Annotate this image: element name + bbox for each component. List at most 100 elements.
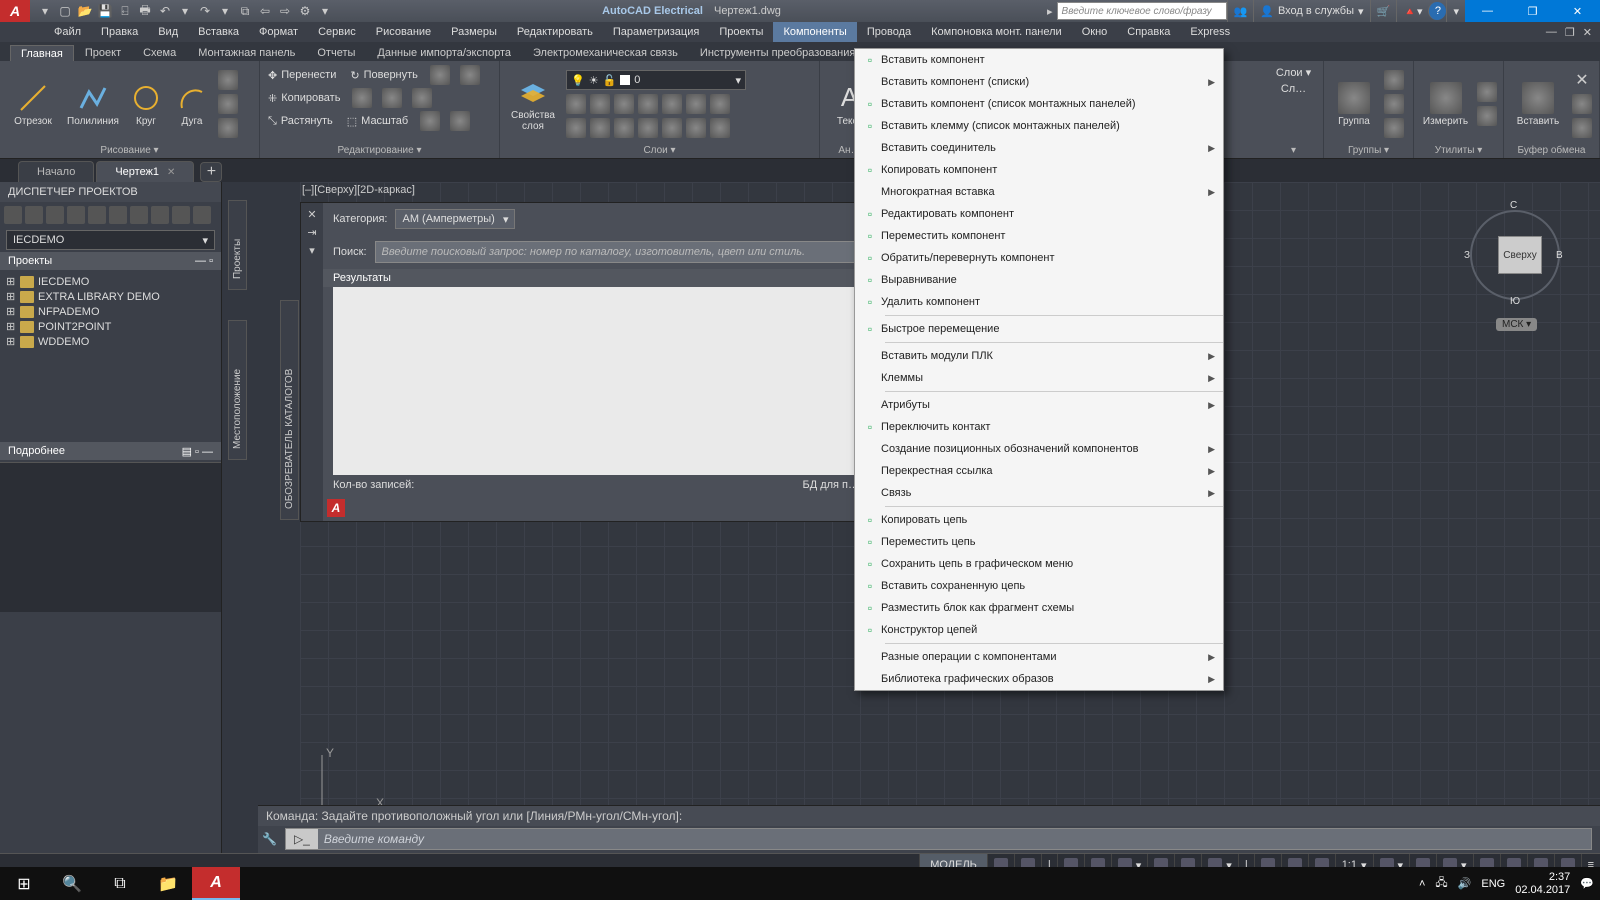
expand-icon[interactable]: ⊞ [6, 290, 16, 303]
catalog-search-input[interactable]: Введите поисковый запрос: номер по катал… [375, 241, 859, 263]
tree-node[interactable]: ⊞EXTRA LIBRARY DEMO [6, 289, 215, 304]
offset-icon[interactable] [450, 111, 470, 131]
dropdown-item[interactable]: ▫Вставить компонент [855, 49, 1223, 71]
command-input[interactable]: Введите команду [318, 832, 1591, 846]
dropdown-item[interactable]: ▫Конструктор цепей [855, 619, 1223, 641]
stretch-button[interactable]: ⤡ Растянуть [266, 111, 335, 131]
clip-icon-1[interactable] [1572, 94, 1592, 114]
dropdown-item[interactable]: Связь▶ [855, 482, 1223, 504]
dropdown-item[interactable]: Создание позиционных обозначений компоне… [855, 438, 1223, 460]
exchange-icon[interactable]: 🛒 [1370, 0, 1397, 22]
ribtab-project[interactable]: Проект [74, 44, 132, 61]
pm-tool-5[interactable] [88, 206, 106, 224]
move-button[interactable]: ✥ Перенести [266, 65, 338, 85]
pm-tool-8[interactable] [151, 206, 169, 224]
layer-icon-11[interactable] [638, 118, 658, 138]
app-logo[interactable]: A [0, 0, 30, 22]
layer-icon-12[interactable] [662, 118, 682, 138]
window-close-button[interactable]: ✕ [1555, 0, 1600, 22]
viewcube-face[interactable]: Сверху [1498, 236, 1542, 274]
ribtab-schematic[interactable]: Схема [132, 44, 187, 61]
pm-tool-6[interactable] [109, 206, 127, 224]
tray-volume-icon[interactable]: 🔊 [1458, 877, 1472, 890]
mirror-icon[interactable] [352, 88, 372, 108]
tray-notifications-icon[interactable]: 💬 [1580, 877, 1594, 890]
results-list[interactable] [333, 287, 859, 475]
dropdown-item[interactable]: ▫Переместить компонент [855, 225, 1223, 247]
pm-project-select[interactable]: IECDEMO▾ [6, 230, 215, 250]
menu-draw[interactable]: Рисование [366, 22, 441, 42]
dropdown-item[interactable]: ▫Копировать компонент [855, 159, 1223, 181]
clip-icon-2[interactable] [1572, 118, 1592, 138]
search-button[interactable]: 🔍 [48, 867, 96, 900]
dropdown-item[interactable]: ▫Сохранить цепь в графическом меню [855, 553, 1223, 575]
tray-lang[interactable]: ENG [1481, 878, 1505, 890]
palette-menu-icon[interactable]: ▾ [305, 243, 319, 257]
palette-grip[interactable]: ✕ ⇥ ▾ [301, 203, 323, 521]
panel-label-layers[interactable]: Слои ▾ [506, 143, 813, 158]
line-button[interactable]: Отрезок [6, 82, 60, 127]
expand-icon[interactable]: ⊞ [6, 335, 16, 348]
palette-pin-icon[interactable]: ⇥ [305, 225, 319, 239]
project-icon[interactable]: ⧉ [236, 2, 254, 20]
vc-wcs[interactable]: МСК ▾ [1496, 318, 1537, 331]
menu-projects[interactable]: Проекты [709, 22, 773, 42]
pm-tool-3[interactable] [46, 206, 64, 224]
view-cube[interactable]: Сверху С В Ю З МСК ▾ [1460, 200, 1570, 330]
saveas-icon[interactable]: ⍇ [116, 2, 134, 20]
expand-icon[interactable]: ⊞ [6, 275, 16, 288]
ribtab-home[interactable]: Главная [10, 45, 74, 61]
doctab-close-icon[interactable]: ✕ [167, 167, 175, 178]
pm-section-projects[interactable]: Проекты— ▫ [0, 252, 221, 270]
dropdown-item[interactable]: Атрибуты▶ [855, 394, 1223, 416]
tray-network-icon[interactable]: 🖧 [1435, 874, 1447, 893]
help-drop-icon[interactable]: ▾ [1446, 0, 1465, 22]
layer-icon-2[interactable] [590, 94, 610, 114]
save-icon[interactable]: 💾 [96, 2, 114, 20]
pm-tool-10[interactable] [193, 206, 211, 224]
prev-icon[interactable]: ⇦ [256, 2, 274, 20]
dropdown-item[interactable]: ▫Быстрое перемещение [855, 318, 1223, 340]
mdi-restore-button[interactable]: ❐ [1565, 26, 1575, 39]
layer-icon-14[interactable] [710, 118, 730, 138]
ribbon-close-icon[interactable]: ✕ [1572, 70, 1592, 90]
fillet-icon[interactable] [382, 88, 402, 108]
layer-icon-4[interactable] [638, 94, 658, 114]
panel-label-utils[interactable]: Утилиты ▾ [1420, 143, 1497, 158]
window-minimize-button[interactable]: — [1465, 0, 1510, 22]
command-line[interactable]: ▷_ Введите команду [285, 828, 1592, 850]
pm-tool-4[interactable] [67, 206, 85, 224]
dropdown-item[interactable]: Библиотека графических образов▶ [855, 668, 1223, 690]
layer-icon-6[interactable] [686, 94, 706, 114]
dropdown-item[interactable]: Вставить модули ПЛК▶ [855, 345, 1223, 367]
panel-label-groups[interactable]: Группы ▾ [1330, 143, 1407, 158]
next-icon[interactable]: ⇨ [276, 2, 294, 20]
search-expand-icon[interactable]: ▸ [1043, 5, 1057, 18]
help-icon[interactable]: ? [1428, 2, 1446, 20]
doctab-drawing1[interactable]: Чертеж1✕ [96, 161, 194, 182]
dropdown-item[interactable]: ▫Вставить компонент (список монтажных па… [855, 93, 1223, 115]
util-icon-2[interactable] [1477, 106, 1497, 126]
pm-tool-9[interactable] [172, 206, 190, 224]
window-restore-button[interactable]: ❐ [1510, 0, 1555, 22]
category-dropdown[interactable]: AM (Амперметры)▾ [395, 209, 515, 229]
menu-tools[interactable]: Сервис [308, 22, 366, 42]
autocad-taskbar-button[interactable]: A [192, 867, 240, 900]
measure-button[interactable]: Измерить [1420, 82, 1471, 127]
ribtab-emech[interactable]: Электромеханическая связь [522, 44, 689, 61]
polyline-button[interactable]: Полилиния [66, 82, 120, 127]
tree-node[interactable]: ⊞IECDEMO [6, 274, 215, 289]
dropdown-item[interactable]: Вставить соединитель▶ [855, 137, 1223, 159]
dropdown-item[interactable]: ▫Удалить компонент [855, 291, 1223, 313]
trim-icon[interactable] [430, 65, 450, 85]
ribtab-panel[interactable]: Монтажная панель [187, 44, 306, 61]
panel-label-clipboard[interactable]: Буфер обмена [1510, 143, 1593, 158]
sign-in-button[interactable]: 👤 Вход в службы ▾ [1253, 0, 1369, 22]
redo-icon[interactable]: ↷ [196, 2, 214, 20]
ribtab-reports[interactable]: Отчеты [306, 44, 366, 61]
dropdown-item[interactable]: Многократная вставка▶ [855, 181, 1223, 203]
qat-menu-icon[interactable]: ▾ [36, 2, 54, 20]
dropdown-item[interactable]: ▫Обратить/перевернуть компонент [855, 247, 1223, 269]
menu-format[interactable]: Формат [249, 22, 308, 42]
layer-sel2[interactable]: Сл… [1279, 82, 1308, 96]
